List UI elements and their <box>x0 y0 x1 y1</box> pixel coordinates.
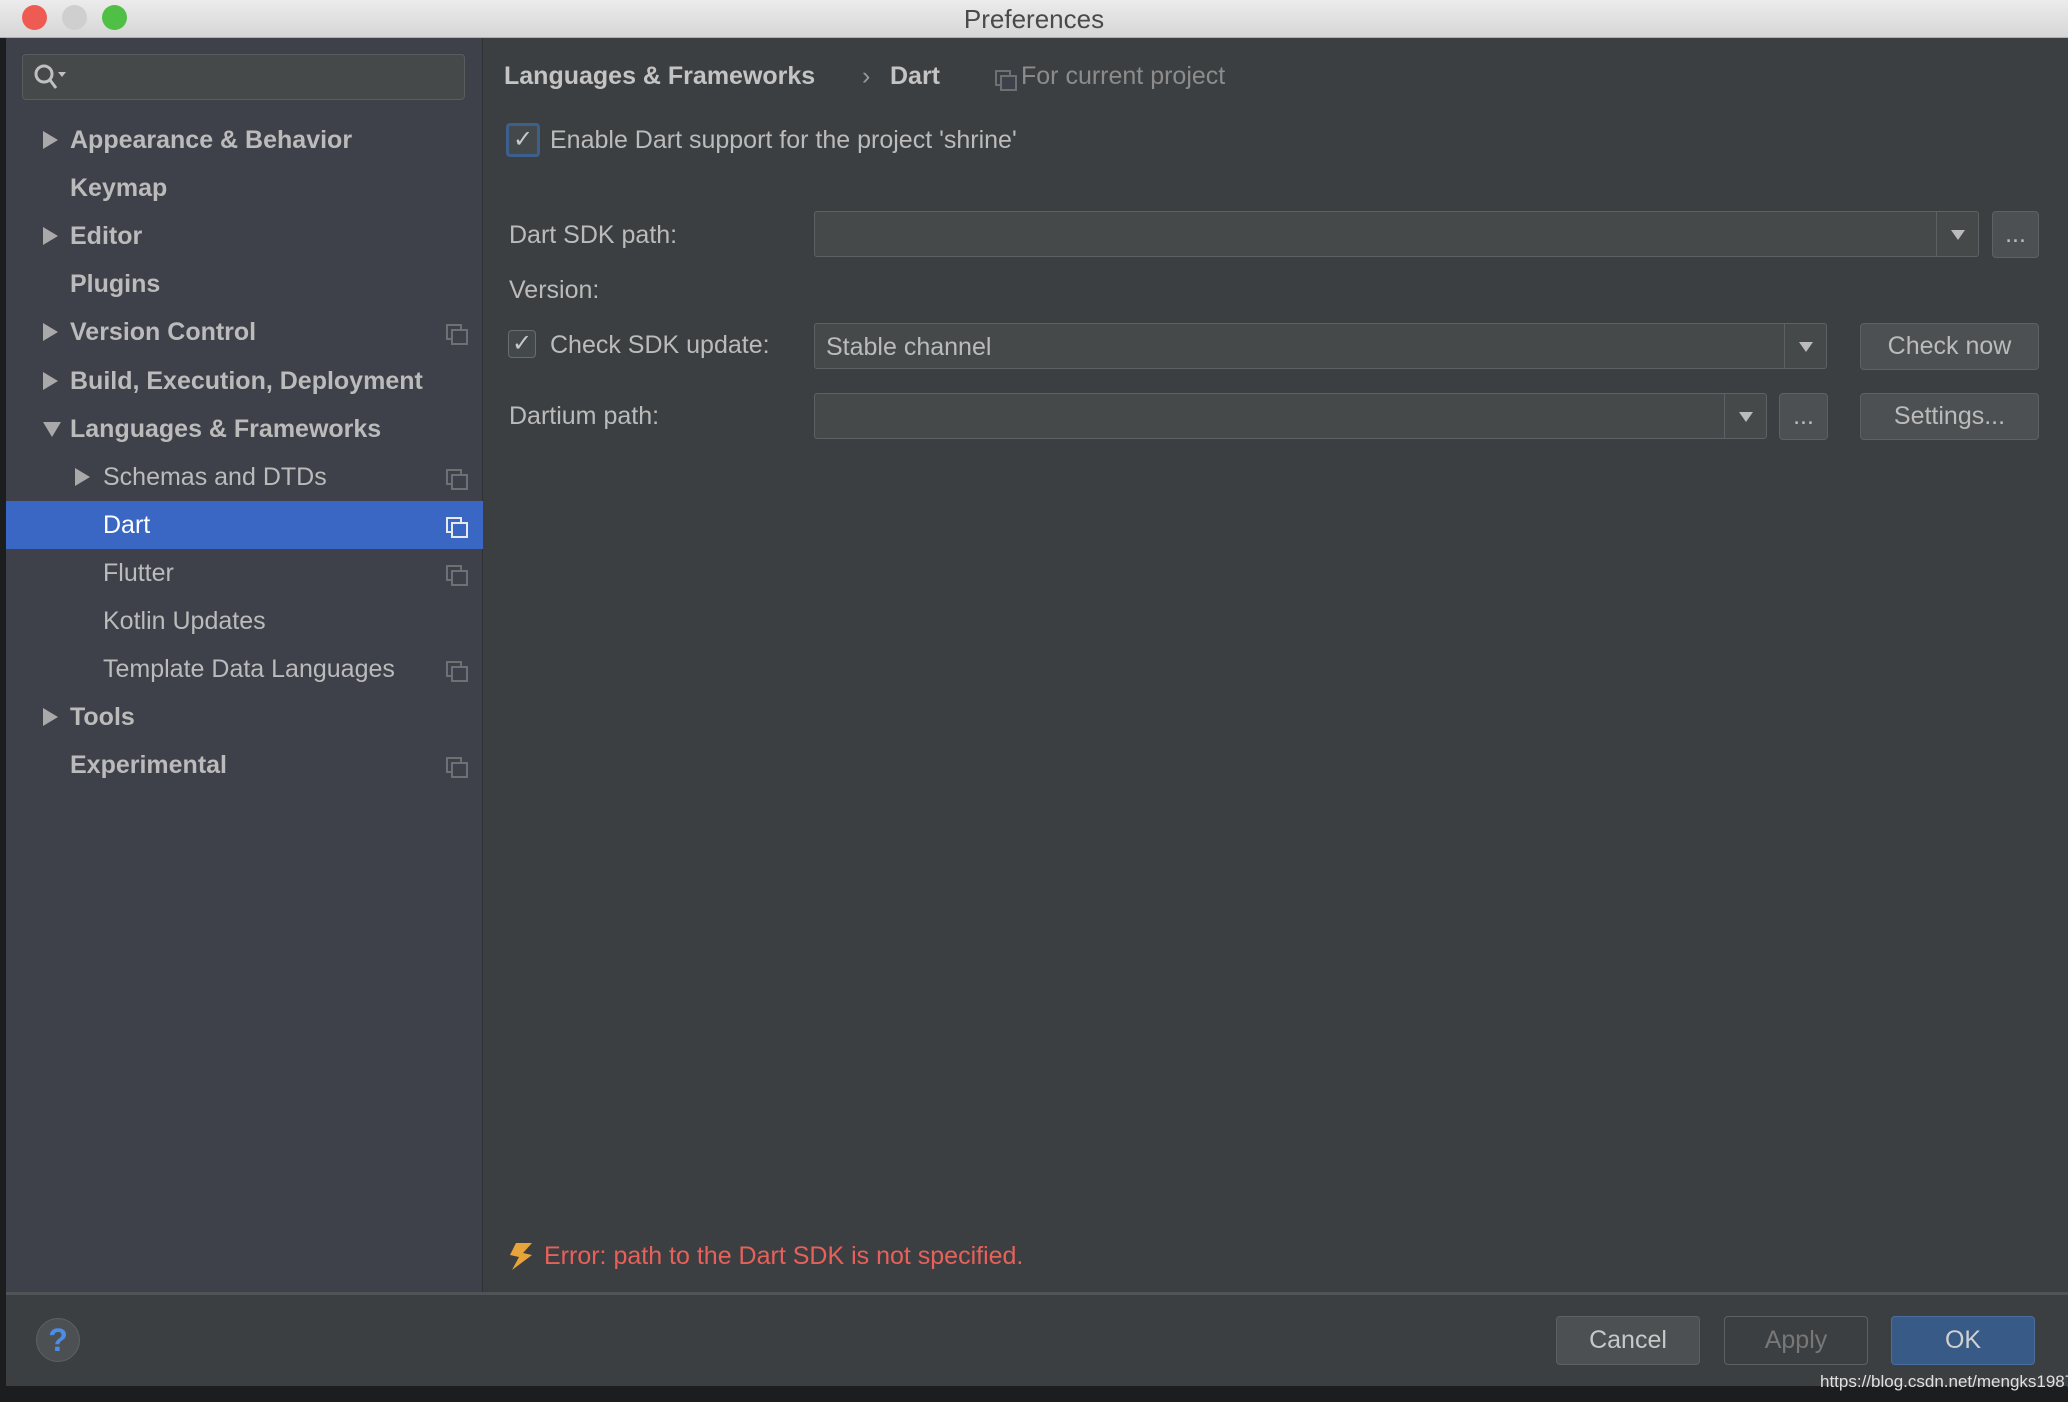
tree-item-tools[interactable]: Tools <box>6 693 483 741</box>
dropdown-arrow-icon[interactable] <box>1936 212 1978 256</box>
sdk-path-combobox[interactable] <box>814 211 1979 257</box>
channel-value: Stable channel <box>826 333 992 361</box>
error-message: Error: path to the Dart SDK is not speci… <box>544 1242 1024 1270</box>
project-level-icon <box>446 468 468 490</box>
tree-item-label: Version Control <box>70 318 257 347</box>
project-level-icon <box>446 564 468 586</box>
tree-item-label: Appearance & Behavior <box>70 126 353 154</box>
search-input[interactable] <box>22 54 465 100</box>
check-update-label[interactable]: Check SDK update: <box>550 331 770 360</box>
collapsed-arrow-icon[interactable] <box>43 323 58 342</box>
scope-label: For current project <box>1021 62 1226 90</box>
tree-item-label: Schemas and DTDs <box>103 462 327 491</box>
cancel-button[interactable]: Cancel <box>1556 1316 1700 1365</box>
dartium-browse-button[interactable]: ... <box>1779 393 1828 440</box>
sdk-browse-button[interactable]: ... <box>1992 211 2039 258</box>
collapsed-arrow-icon[interactable] <box>43 131 58 149</box>
tree-item-flutter[interactable]: Flutter <box>6 549 483 597</box>
tree-item-label: Flutter <box>103 558 174 587</box>
collapsed-arrow-icon[interactable] <box>43 708 58 727</box>
apply-button[interactable]: Apply <box>1724 1316 1868 1365</box>
tree-item-template-data-languages[interactable]: Template Data Languages <box>6 645 483 693</box>
check-update-checkbox[interactable]: ✓ <box>508 330 536 358</box>
tree-item-languages-frameworks[interactable]: Languages & Frameworks <box>6 405 483 453</box>
tree-item-experimental[interactable]: Experimental <box>6 741 483 789</box>
tree-item-label: Template Data Languages <box>103 655 395 684</box>
tree-item-label: Keymap <box>70 174 168 203</box>
project-level-icon <box>446 324 468 346</box>
watermark: https://blog.csdn.net/mengks1987 <box>1820 1372 2068 1391</box>
tree-item-schemas-and-dtds[interactable]: Schemas and DTDs <box>6 453 483 501</box>
search-icon <box>34 64 66 89</box>
tree-item-label: Tools <box>70 703 135 732</box>
tree-item-build-execution-deployment[interactable]: Build, Execution, Deployment <box>6 357 483 405</box>
title-bar: Preferences <box>0 0 2068 38</box>
tree-item-label: Editor <box>70 222 143 251</box>
tree-item-plugins[interactable]: Plugins <box>6 260 483 308</box>
enable-dart-checkbox[interactable]: ✓ <box>506 123 540 157</box>
project-level-icon <box>446 661 468 683</box>
ok-button[interactable]: OK <box>1891 1316 2035 1365</box>
dropdown-arrow-icon[interactable] <box>1724 394 1766 438</box>
tree-item-label: Kotlin Updates <box>103 607 266 635</box>
footer-divider <box>6 1292 2068 1295</box>
tree-item-label: Build, Execution, Deployment <box>70 366 423 395</box>
breadcrumb-current: Dart <box>890 62 941 90</box>
collapsed-arrow-icon[interactable] <box>43 227 58 246</box>
project-level-icon <box>446 757 468 779</box>
tree-item-keymap[interactable]: Keymap <box>6 164 483 212</box>
sdk-path-label: Dart SDK path: <box>509 221 678 249</box>
tree-item-editor[interactable]: Editor <box>6 212 483 260</box>
version-label: Version: <box>509 276 600 304</box>
tree-item-label: Plugins <box>70 270 161 299</box>
window-title: Preferences <box>963 4 1105 34</box>
expanded-arrow-icon[interactable] <box>43 421 61 437</box>
tree-item-appearance-behavior[interactable]: Appearance & Behavior <box>6 116 483 164</box>
settings-button[interactable]: Settings... <box>1860 393 2039 440</box>
search-field[interactable] <box>73 61 453 93</box>
dropdown-arrow-icon[interactable] <box>1784 324 1826 368</box>
check-now-button[interactable]: Check now <box>1860 323 2039 370</box>
tree-item-version-control[interactable]: Version Control <box>6 308 483 356</box>
breadcrumb-parent[interactable]: Languages & Frameworks <box>504 62 815 91</box>
dartium-path-label: Dartium path: <box>509 402 660 430</box>
channel-combobox[interactable]: Stable channel <box>814 323 1827 369</box>
help-button[interactable]: ? <box>36 1318 80 1362</box>
collapsed-arrow-icon[interactable] <box>75 467 90 486</box>
tree-item-dart[interactable]: Dart <box>6 500 483 549</box>
breadcrumb-separator: › <box>862 62 871 90</box>
project-scope-icon <box>995 70 1017 91</box>
dartium-path-combobox[interactable] <box>814 393 1767 439</box>
enable-dart-label[interactable]: Enable Dart support for the project 'shr… <box>550 126 1017 155</box>
tree-item-label: Dart <box>103 510 151 539</box>
tree-item-label: Experimental <box>70 751 228 780</box>
lightning-error-icon <box>510 1243 532 1270</box>
collapsed-arrow-icon[interactable] <box>43 371 58 390</box>
tree-item-label: Languages & Frameworks <box>70 414 382 443</box>
tree-item-kotlin-updates[interactable]: Kotlin Updates <box>6 597 483 645</box>
project-level-icon <box>446 516 468 538</box>
